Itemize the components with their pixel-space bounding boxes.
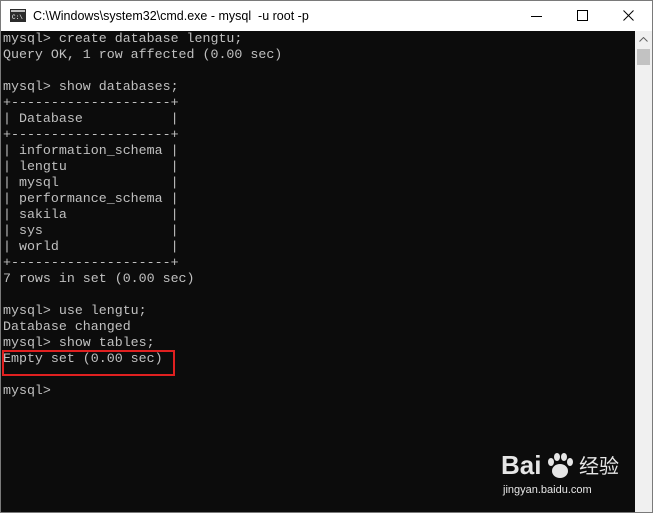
console-line: | Database | — [3, 111, 179, 126]
console-line: Empty set (0.00 sec) — [3, 351, 163, 366]
maximize-button[interactable] — [560, 1, 606, 31]
scroll-thumb[interactable] — [637, 49, 650, 65]
console-line: | lengtu | — [3, 159, 179, 174]
cmd-icon: C:\ — [10, 9, 26, 22]
console-line: | performance_schema | — [3, 191, 179, 206]
vertical-scrollbar[interactable] — [635, 31, 652, 512]
console-line: 7 rows in set (0.00 sec) — [3, 271, 195, 286]
console-line: mysql> — [3, 383, 51, 398]
console-line: | sys | — [3, 223, 179, 238]
minimize-icon — [531, 16, 542, 17]
cmd-window: C:\ C:\Windows\system32\cmd.exe - mysql … — [0, 0, 653, 513]
window-title: C:\Windows\system32\cmd.exe - mysql -u r… — [33, 9, 309, 23]
console-line: mysql> use lengtu; — [3, 303, 147, 318]
console-line: | sakila | — [3, 207, 179, 222]
console-line: mysql> show tables; — [3, 335, 155, 350]
console-line: mysql> create database lengtu; — [3, 31, 243, 46]
chevron-up-icon — [639, 37, 648, 42]
close-icon — [623, 10, 634, 21]
svg-text:C:\: C:\ — [12, 14, 23, 21]
scroll-up-button[interactable] — [635, 31, 652, 48]
maximize-icon — [577, 10, 588, 21]
title-bar[interactable]: C:\ C:\Windows\system32\cmd.exe - mysql … — [1, 1, 652, 31]
console-line: Database changed — [3, 319, 131, 334]
console-lines: mysql> create database lengtu; Query OK, … — [3, 31, 282, 399]
console-output[interactable]: mysql> create database lengtu; Query OK, … — [1, 31, 635, 512]
console-line: +--------------------+ — [3, 127, 179, 142]
console-line: | mysql | — [3, 175, 179, 190]
console-line: Query OK, 1 row affected (0.00 sec) — [3, 47, 283, 62]
console-line: | world | — [3, 239, 179, 254]
console-line: +--------------------+ — [3, 255, 179, 270]
minimize-button[interactable] — [514, 1, 560, 31]
console-line: mysql> show databases; — [3, 79, 179, 94]
console-line: | information_schema | — [3, 143, 179, 158]
close-button[interactable] — [606, 1, 652, 31]
console-line: +--------------------+ — [3, 95, 179, 110]
